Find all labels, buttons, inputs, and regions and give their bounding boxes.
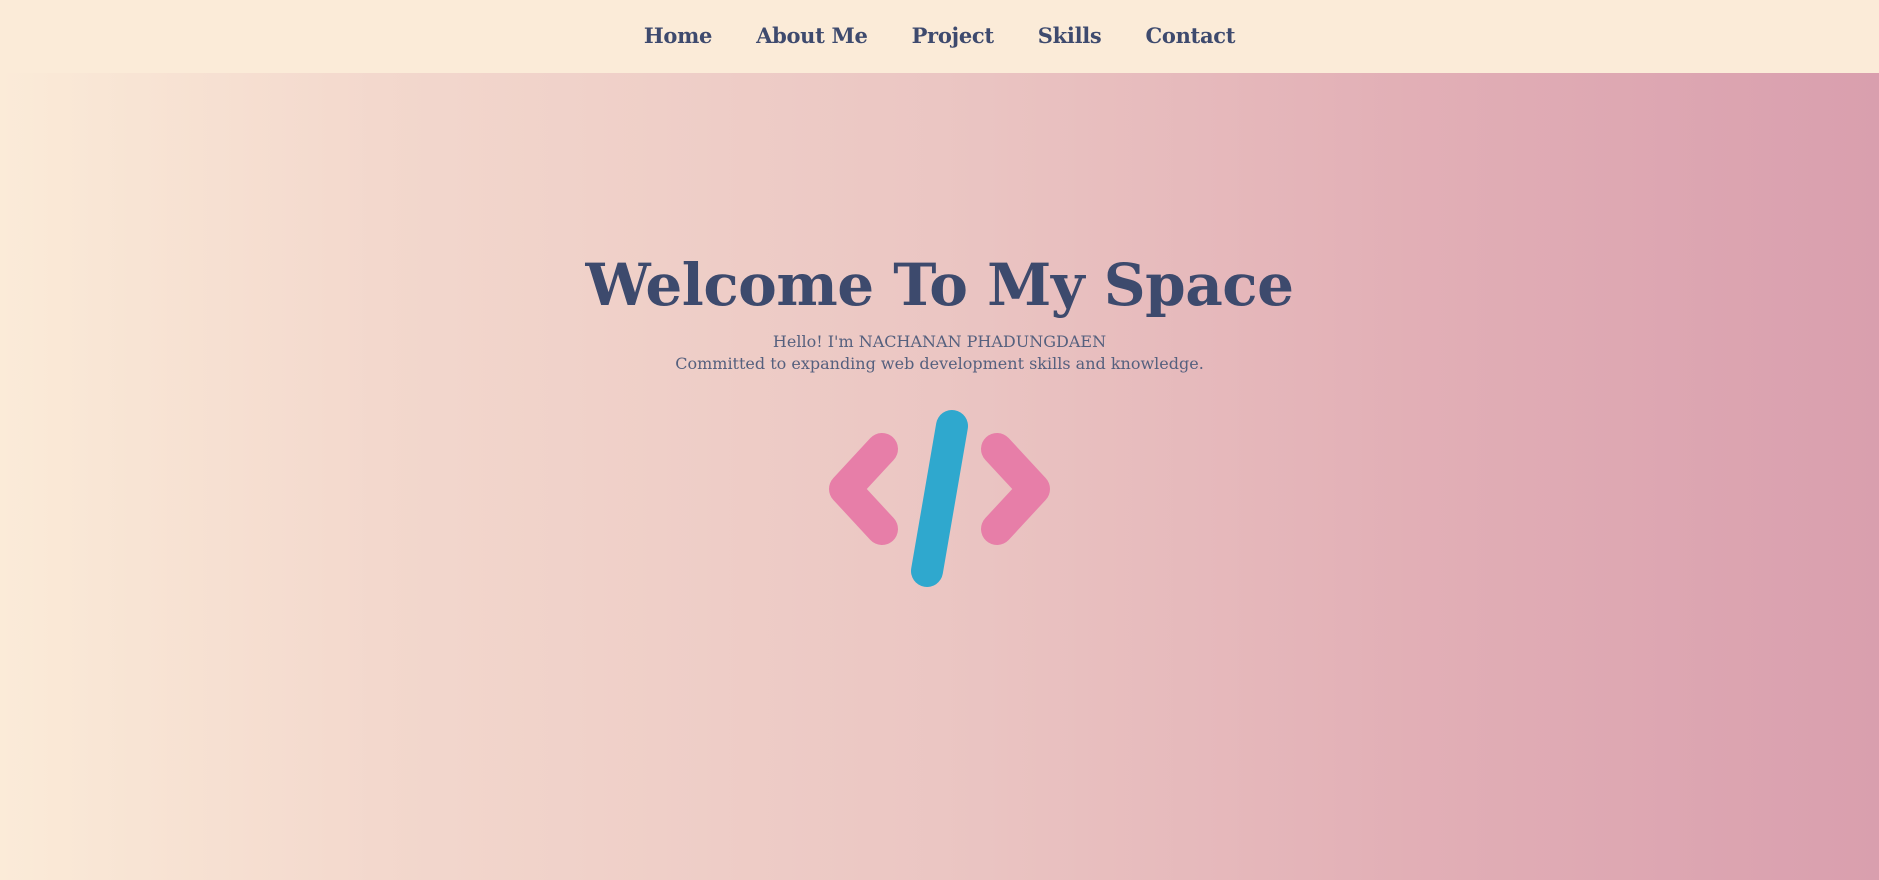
nav-list: Home About Me Project Skills Contact — [622, 23, 1257, 48]
code-brackets-icon — [829, 410, 1050, 587]
nav-item-project[interactable]: Project — [890, 23, 1016, 48]
hero-tagline: Committed to expanding web development s… — [675, 354, 1204, 373]
left-bracket-shape — [829, 433, 898, 545]
slash-shape — [911, 410, 968, 587]
nav-item-about-me[interactable]: About Me — [734, 23, 889, 48]
nav-item-skills[interactable]: Skills — [1016, 23, 1124, 48]
nav-item-contact[interactable]: Contact — [1123, 23, 1257, 48]
nav-item-home[interactable]: Home — [622, 23, 734, 48]
hero-greeting: Hello! I'm NACHANAN PHADUNGDAEN — [772, 332, 1107, 351]
right-bracket-shape — [981, 433, 1050, 545]
top-navbar: Home About Me Project Skills Contact — [0, 0, 1879, 73]
hero-section: Welcome To My Space Hello! I'm NACHANAN … — [0, 73, 1879, 880]
hero-title: Welcome To My Space — [585, 251, 1294, 319]
